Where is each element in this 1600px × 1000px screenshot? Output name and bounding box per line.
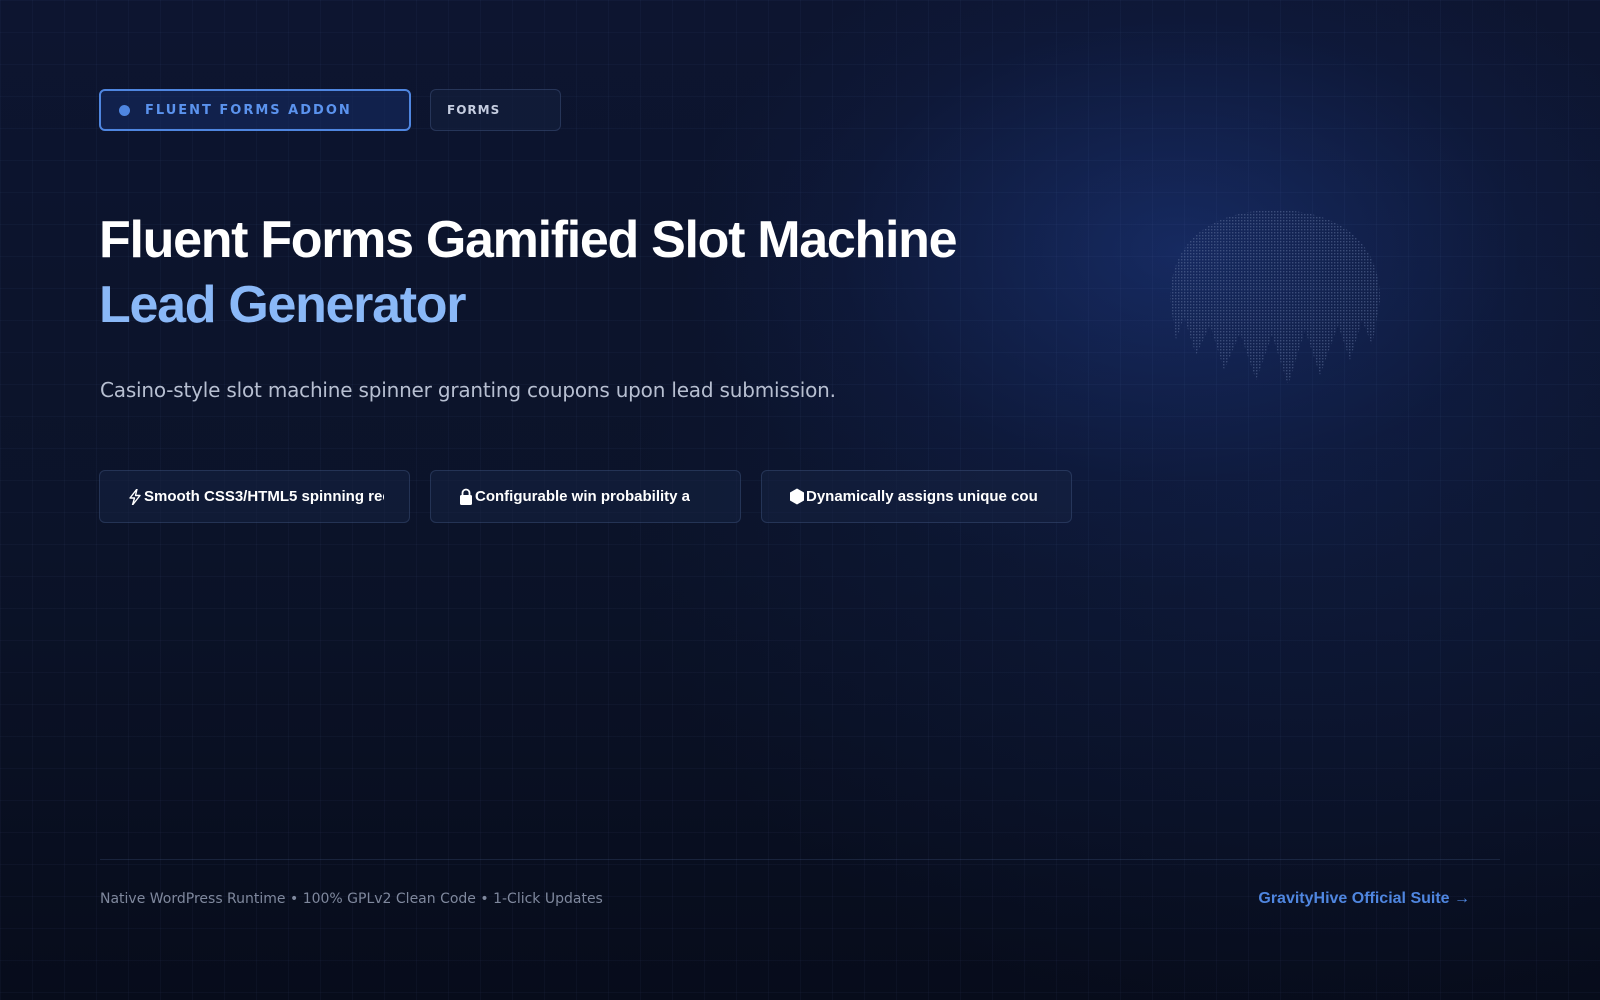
official-suite-link[interactable]: GravityHive Official Suite → [1258, 890, 1470, 908]
feature-label: Configurable win probability a [475, 488, 691, 505]
badge-row: Fluent Forms Addon Forms [99, 89, 561, 131]
page-subtitle: Casino-style slot machine spinner granti… [100, 378, 836, 402]
dot-icon [119, 104, 130, 116]
footer-divider [100, 859, 1500, 860]
jellyfish-graphic [1170, 210, 1380, 385]
feature-label: Smooth CSS3/HTML5 spinning ree [144, 488, 384, 505]
addon-badge[interactable]: Fluent Forms Addon [99, 89, 411, 131]
addon-badge-label: Fluent Forms Addon [145, 102, 352, 118]
feature-card-coupons[interactable]: Dynamically assigns unique cou [761, 470, 1072, 523]
category-badge[interactable]: Forms [430, 89, 561, 131]
footer-meta: Native WordPress Runtime • 100% GPLv2 Cl… [100, 891, 603, 907]
feature-label: Dynamically assigns unique cou [806, 488, 1038, 505]
title-line-1: Fluent Forms Gamified Slot Machine [99, 211, 958, 269]
category-badge-label: Forms [447, 103, 501, 117]
feature-card-probability[interactable]: Configurable win probability a [430, 470, 741, 523]
feature-list: Smooth CSS3/HTML5 spinning ree Configura… [99, 470, 1072, 523]
feature-card-spinning[interactable]: Smooth CSS3/HTML5 spinning ree [99, 470, 410, 523]
hexagon-icon [789, 488, 805, 506]
lock-icon [458, 488, 474, 506]
title-line-2: Lead Generator [99, 276, 466, 334]
lightning-icon [127, 488, 143, 506]
page-title: Fluent Forms Gamified Slot Machine Lead … [99, 208, 958, 338]
